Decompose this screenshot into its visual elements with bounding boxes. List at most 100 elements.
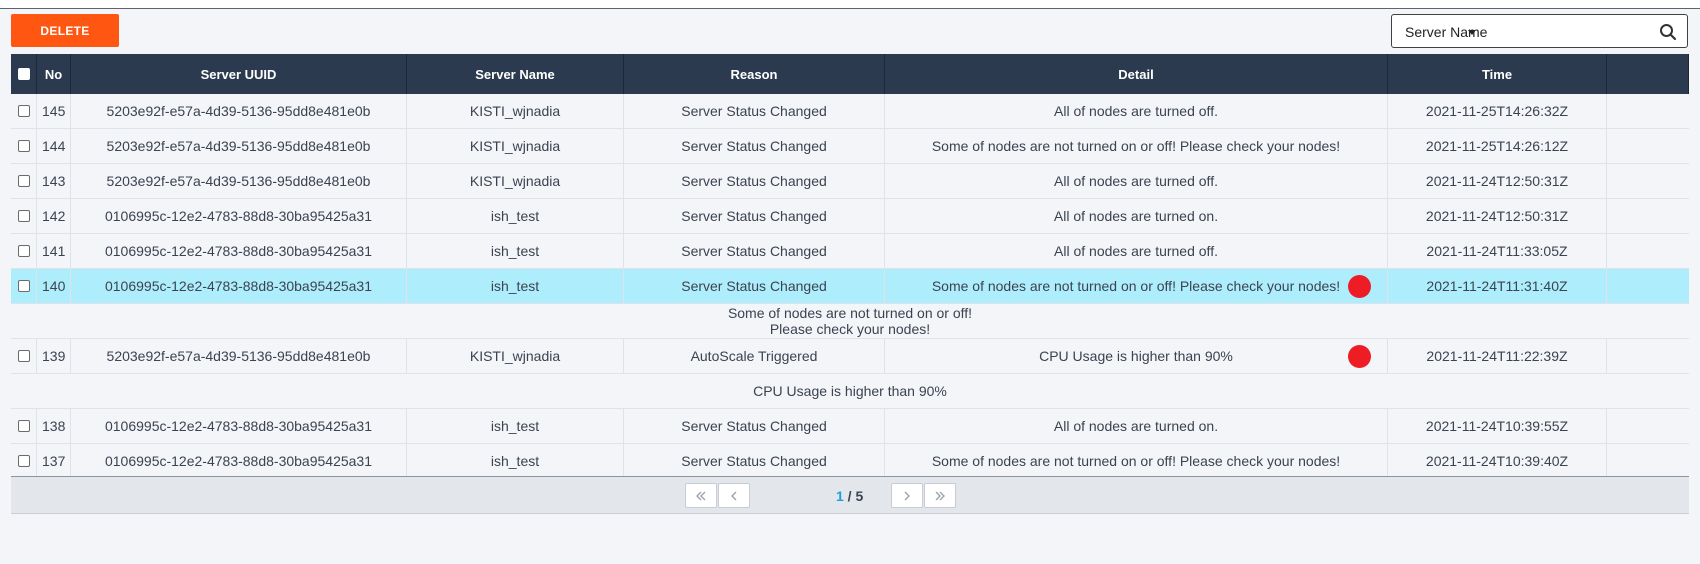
cell-reason: Server Status Changed bbox=[624, 199, 885, 233]
first-page-button[interactable] bbox=[685, 483, 717, 508]
cell-detail: All of nodes are turned off. bbox=[885, 94, 1388, 128]
prev-page-button[interactable] bbox=[718, 483, 750, 508]
cell-server-uuid: 0106995c-12e2-4783-88d8-30ba95425a31 bbox=[71, 199, 407, 233]
cell-extra bbox=[1607, 269, 1689, 303]
delete-button[interactable]: DELETE bbox=[11, 14, 119, 47]
row-checkbox[interactable] bbox=[17, 175, 30, 187]
row-checkbox[interactable] bbox=[17, 280, 30, 292]
cell-detail: Some of nodes are not turned on or off! … bbox=[885, 444, 1388, 478]
cell-server-name: KISTI_wjnadia bbox=[407, 164, 624, 198]
row-checkbox[interactable] bbox=[17, 140, 30, 152]
cell-server-uuid: 5203e92f-e57a-4d39-5136-95dd8e481e0b bbox=[71, 94, 407, 128]
cell-server-name: ish_test bbox=[407, 269, 624, 303]
row-checkbox[interactable] bbox=[17, 245, 30, 257]
page-separator: / bbox=[843, 488, 856, 504]
current-page: 1 bbox=[836, 488, 844, 504]
cell-server-name: ish_test bbox=[407, 444, 624, 478]
cell-server-uuid: 0106995c-12e2-4783-88d8-30ba95425a31 bbox=[71, 269, 407, 303]
cell-server-name: KISTI_wjnadia bbox=[407, 94, 624, 128]
cell-detail: All of nodes are turned on. bbox=[885, 409, 1388, 443]
table-row[interactable]: 144 5203e92f-e57a-4d39-5136-95dd8e481e0b K… bbox=[11, 129, 1689, 164]
row-checkbox[interactable] bbox=[17, 350, 30, 362]
cell-server-uuid: 5203e92f-e57a-4d39-5136-95dd8e481e0b bbox=[71, 129, 407, 163]
cell-reason: Server Status Changed bbox=[624, 129, 885, 163]
cell-server-uuid: 5203e92f-e57a-4d39-5136-95dd8e481e0b bbox=[71, 339, 407, 373]
row-checkbox-cell bbox=[11, 409, 37, 443]
column-header-extra bbox=[1607, 54, 1689, 94]
cell-extra bbox=[1607, 199, 1689, 233]
table-row[interactable]: 137 0106995c-12e2-4783-88d8-30ba95425a31 i… bbox=[11, 444, 1689, 479]
cell-server-name: ish_test bbox=[407, 234, 624, 268]
cell-row-number: 141 bbox=[37, 234, 71, 268]
last-page-button[interactable] bbox=[924, 483, 956, 508]
chevron-down-icon[interactable] bbox=[1468, 30, 1476, 35]
column-header-time[interactable]: Time bbox=[1388, 54, 1607, 94]
cell-time: 2021-11-24T11:22:39Z bbox=[1388, 339, 1607, 373]
row-checkbox-cell bbox=[11, 339, 37, 373]
column-header-no[interactable]: No bbox=[37, 54, 71, 94]
cell-server-name: KISTI_wjnadia bbox=[407, 339, 624, 373]
cell-reason: AutoScale Triggered bbox=[624, 339, 885, 373]
row-checkbox-cell bbox=[11, 164, 37, 198]
cell-reason: Server Status Changed bbox=[624, 444, 885, 478]
table-row[interactable]: 143 5203e92f-e57a-4d39-5136-95dd8e481e0b K… bbox=[11, 164, 1689, 199]
cell-server-uuid: 0106995c-12e2-4783-88d8-30ba95425a31 bbox=[71, 409, 407, 443]
alert-dot-icon[interactable] bbox=[1348, 275, 1371, 298]
cell-extra bbox=[1607, 94, 1689, 128]
select-all-checkbox[interactable] bbox=[17, 68, 30, 80]
cell-time: 2021-11-24T11:33:05Z bbox=[1388, 234, 1607, 268]
table-row[interactable]: 138 0106995c-12e2-4783-88d8-30ba95425a31 i… bbox=[11, 409, 1689, 444]
cell-row-number: 142 bbox=[37, 199, 71, 233]
table-body: 145 5203e92f-e57a-4d39-5136-95dd8e481e0b K… bbox=[11, 94, 1689, 514]
column-header-server-uuid[interactable]: Server UUID bbox=[71, 54, 407, 94]
column-header-detail[interactable]: Detail bbox=[885, 54, 1388, 94]
expanded-detail-line: Please check your nodes! bbox=[769, 321, 931, 337]
search-box[interactable]: Server Name bbox=[1391, 14, 1688, 48]
alerts-table: No Server UUID Server Name Reason Detail… bbox=[11, 54, 1689, 514]
cell-reason: Server Status Changed bbox=[624, 269, 885, 303]
cell-row-number: 139 bbox=[37, 339, 71, 373]
row-checkbox[interactable] bbox=[17, 105, 30, 117]
total-pages: 5 bbox=[855, 488, 864, 504]
row-checkbox[interactable] bbox=[17, 455, 30, 467]
table-row[interactable]: 142 0106995c-12e2-4783-88d8-30ba95425a31 i… bbox=[11, 199, 1689, 234]
chevron-right-icon bbox=[904, 491, 910, 500]
cell-extra bbox=[1607, 234, 1689, 268]
cell-detail: All of nodes are turned on. bbox=[885, 199, 1388, 233]
column-header-reason[interactable]: Reason bbox=[624, 54, 885, 94]
chevron-left-icon bbox=[731, 491, 737, 500]
cell-reason: Server Status Changed bbox=[624, 234, 885, 268]
cell-time: 2021-11-24T12:50:31Z bbox=[1388, 199, 1607, 233]
column-header-server-name[interactable]: Server Name bbox=[407, 54, 624, 94]
cell-time: 2021-11-24T10:39:40Z bbox=[1388, 444, 1607, 478]
next-page-button[interactable] bbox=[891, 483, 923, 508]
table-row[interactable]: 139 5203e92f-e57a-4d39-5136-95dd8e481e0b K… bbox=[11, 339, 1689, 374]
row-checkbox[interactable] bbox=[17, 210, 30, 222]
page-indicator: 1 / 5 bbox=[836, 488, 863, 504]
table-row[interactable]: 141 0106995c-12e2-4783-88d8-30ba95425a31 i… bbox=[11, 234, 1689, 269]
row-checkbox[interactable] bbox=[17, 420, 30, 432]
cell-server-uuid: 0106995c-12e2-4783-88d8-30ba95425a31 bbox=[71, 234, 407, 268]
cell-extra bbox=[1607, 129, 1689, 163]
cell-row-number: 145 bbox=[37, 94, 71, 128]
table-row[interactable]: 140 0106995c-12e2-4783-88d8-30ba95425a31 i… bbox=[11, 269, 1689, 304]
pagination: 1 / 5 bbox=[11, 476, 1689, 514]
cell-time: 2021-11-25T14:26:32Z bbox=[1388, 94, 1607, 128]
cell-server-name: KISTI_wjnadia bbox=[407, 129, 624, 163]
cell-extra bbox=[1607, 444, 1689, 478]
cell-row-number: 138 bbox=[37, 409, 71, 443]
alert-dot-icon[interactable] bbox=[1348, 345, 1371, 368]
expanded-detail: Some of nodes are not turned on or off! P… bbox=[11, 304, 1689, 339]
select-all-cell bbox=[11, 54, 37, 94]
cell-server-name: ish_test bbox=[407, 409, 624, 443]
cell-detail: Some of nodes are not turned on or off! … bbox=[885, 269, 1388, 303]
table-header: No Server UUID Server Name Reason Detail… bbox=[11, 54, 1689, 94]
cell-row-number: 143 bbox=[37, 164, 71, 198]
cell-row-number: 140 bbox=[37, 269, 71, 303]
cell-server-name: ish_test bbox=[407, 199, 624, 233]
cell-extra bbox=[1607, 164, 1689, 198]
cell-time: 2021-11-24T12:50:31Z bbox=[1388, 164, 1607, 198]
search-icon[interactable] bbox=[1659, 23, 1677, 41]
table-row[interactable]: 145 5203e92f-e57a-4d39-5136-95dd8e481e0b K… bbox=[11, 94, 1689, 129]
cell-detail: CPU Usage is higher than 90% bbox=[885, 339, 1388, 373]
